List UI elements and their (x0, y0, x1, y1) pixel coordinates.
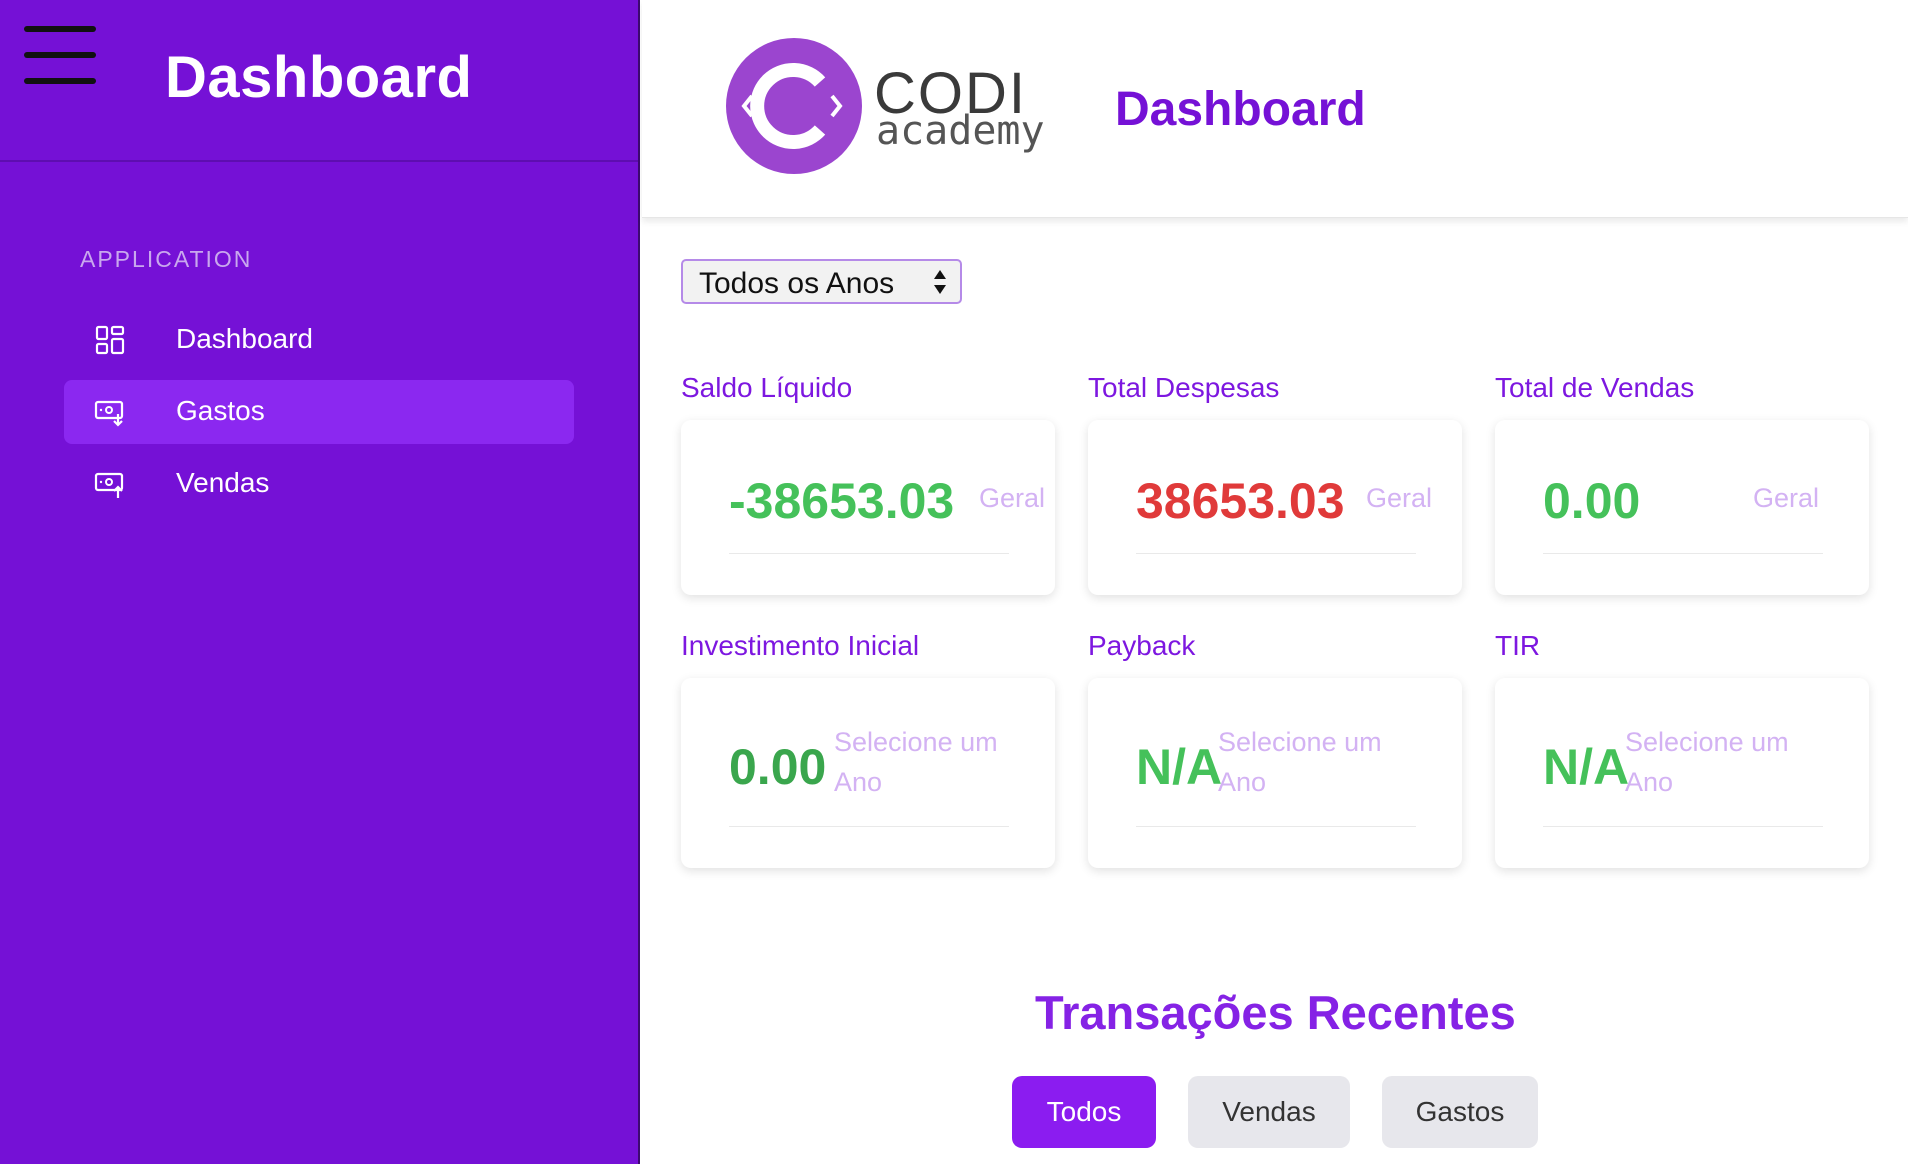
card-value: 0.00 (729, 739, 827, 795)
hamburger-bar (24, 26, 96, 32)
card-payback: N/A Selecione um Ano (1088, 678, 1462, 868)
card-total-despesas: 38653.03 Geral (1088, 420, 1462, 595)
sidebar: Dashboard APPLICATION Dashboard Gastos V… (0, 0, 640, 1164)
sidebar-item-label: Dashboard (176, 323, 313, 354)
top-header: CODI academy Dashboard (642, 0, 1908, 218)
card-subtitle: Geral (979, 483, 1046, 513)
money-up-icon (94, 472, 124, 498)
recent-transactions-title: Transações Recentes (1035, 986, 1516, 1039)
sidebar-item-gastos[interactable]: Gastos (64, 380, 574, 444)
card-value: N/A (1136, 739, 1223, 795)
tab-todos[interactable]: Todos (1012, 1076, 1156, 1148)
card-value: N/A (1543, 739, 1630, 795)
card-divider (1136, 826, 1416, 827)
card-divider (729, 826, 1009, 827)
card-total-vendas: 0.00 Geral (1495, 420, 1869, 595)
grid-icon (95, 325, 125, 355)
card-value: 0.00 (1543, 473, 1641, 529)
card-divider (729, 553, 1009, 554)
sidebar-item-label: Vendas (176, 467, 270, 498)
card-divider (1543, 553, 1823, 554)
hamburger-menu-icon[interactable] (24, 26, 96, 84)
tab-gastos[interactable]: Gastos (1382, 1076, 1538, 1148)
card-label-investimento: Investimento Inicial (681, 630, 920, 661)
logo-subtext: academy (876, 108, 1045, 154)
hamburger-bar (24, 52, 96, 58)
card-investimento-inicial: 0.00 Selecione um Ano (681, 678, 1055, 868)
card-label-tir: TIR (1495, 630, 1541, 661)
sidebar-item-dashboard[interactable]: Dashboard (64, 308, 574, 372)
money-down-icon (94, 400, 124, 427)
card-subtitle: Geral (1753, 483, 1820, 513)
logo-mark-icon (726, 38, 862, 174)
card-divider (1136, 553, 1416, 554)
card-subtitle: Selecione um Ano (1625, 727, 1789, 797)
page-title: Dashboard (1115, 83, 1366, 136)
tab-vendas[interactable]: Vendas (1188, 1076, 1350, 1148)
card-label-despesas: Total Despesas (1088, 372, 1280, 403)
card-saldo-liquido: -38653.03 Geral (681, 420, 1055, 595)
section-label: APPLICATION (80, 246, 253, 272)
card-value: 38653.03 (1136, 473, 1345, 529)
card-label-saldo: Saldo Líquido (681, 372, 853, 403)
hamburger-bar (24, 78, 96, 84)
card-subtitle: Geral (1366, 483, 1433, 513)
codi-academy-logo: CODI academy (724, 36, 1045, 176)
year-select-value: Todos os Anos (699, 267, 895, 300)
card-subtitle: Selecione um Ano (834, 727, 998, 797)
year-select[interactable]: Todos os Anos (681, 259, 962, 304)
sidebar-header: Dashboard (0, 0, 638, 162)
sidebar-title: Dashboard (165, 45, 473, 110)
card-subtitle: Selecione um Ano (1218, 727, 1382, 797)
card-divider (1543, 826, 1823, 827)
card-tir: N/A Selecione um Ano (1495, 678, 1869, 868)
select-arrows-icon (934, 270, 946, 294)
card-label-vendas: Total de Vendas (1495, 372, 1695, 403)
sidebar-item-label: Gastos (176, 395, 265, 426)
card-value: -38653.03 (729, 473, 955, 529)
card-label-payback: Payback (1088, 630, 1196, 661)
sidebar-item-vendas[interactable]: Vendas (64, 452, 574, 516)
